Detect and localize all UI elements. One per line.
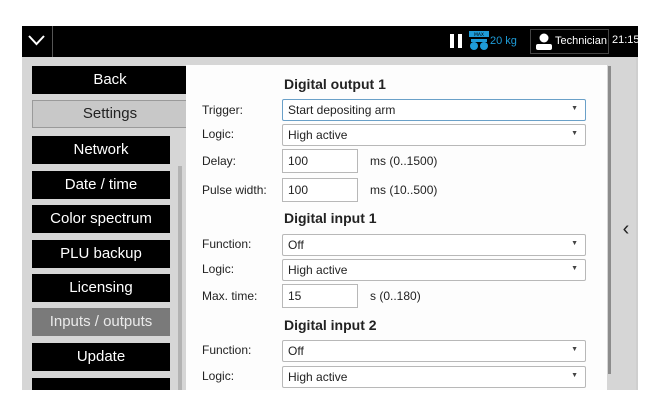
delay-range-hint: ms (0..1500) bbox=[370, 154, 438, 168]
form-scrollbar[interactable] bbox=[608, 66, 611, 374]
sidebar-item-date-time[interactable]: Date / time bbox=[32, 171, 170, 199]
chevron-down-icon: ▼ bbox=[571, 265, 578, 272]
max-time-label: Max. time: bbox=[202, 289, 258, 303]
max-time-input[interactable]: 15 bbox=[282, 284, 358, 308]
sidebar-item-plu-backup[interactable]: PLU backup bbox=[32, 240, 170, 268]
input2-function-label: Function: bbox=[202, 343, 252, 357]
menu-toggle-button[interactable] bbox=[22, 26, 53, 57]
delay-label: Delay: bbox=[202, 154, 237, 168]
input2-logic-select-value: High active bbox=[288, 370, 348, 384]
sidebar-item-next[interactable] bbox=[32, 378, 170, 390]
sidebar-item-update[interactable]: Update bbox=[32, 343, 170, 371]
user-indicator[interactable]: Technician bbox=[530, 29, 609, 54]
input1-logic-select[interactable]: High active ▼ bbox=[282, 259, 586, 281]
sidebar-item-licensing[interactable]: Licensing bbox=[32, 274, 170, 302]
settings-sidebar: Back Settings Network Date / time Color … bbox=[32, 66, 188, 390]
chevron-down-icon: ▼ bbox=[571, 346, 578, 353]
pulse-width-input[interactable]: 100 bbox=[282, 178, 358, 202]
sidebar-item-inputs-outputs[interactable]: Inputs / outputs bbox=[32, 308, 170, 336]
sidebar-scrollbar[interactable] bbox=[178, 166, 182, 390]
pause-button[interactable] bbox=[448, 32, 464, 50]
svg-text:MAX: MAX bbox=[474, 32, 484, 38]
input1-logic-label: Logic: bbox=[202, 262, 235, 276]
settings-header[interactable]: Settings bbox=[32, 100, 188, 128]
trigger-select[interactable]: Start depositing arm ▼ bbox=[282, 99, 586, 121]
back-button[interactable]: Back bbox=[32, 66, 188, 94]
chevron-down-icon: ▼ bbox=[571, 105, 578, 112]
input2-function-select-value: Off bbox=[288, 344, 304, 358]
scale-max-icon: MAX bbox=[469, 31, 489, 50]
top-bar: MAX 20 kg Technician 21:15 bbox=[22, 26, 638, 57]
pause-icon bbox=[450, 34, 454, 48]
chevron-down-icon bbox=[28, 35, 45, 46]
input1-function-label: Function: bbox=[202, 237, 252, 251]
trigger-select-value: Start depositing arm bbox=[288, 103, 396, 117]
delay-input[interactable]: 100 bbox=[282, 149, 358, 173]
max-time-input-value: 15 bbox=[288, 289, 302, 303]
inputs-outputs-form: Digital output 1 Trigger: Start depositi… bbox=[186, 65, 607, 390]
output-logic-select-value: High active bbox=[288, 128, 348, 142]
input1-logic-select-value: High active bbox=[288, 263, 348, 277]
app-frame: MAX 20 kg Technician 21:15 Back Settings… bbox=[22, 26, 638, 390]
section-title-digital-input-2: Digital input 2 bbox=[284, 317, 377, 333]
output-logic-label: Logic: bbox=[202, 127, 235, 141]
scale-max-weight: 20 kg bbox=[490, 35, 517, 47]
pulse-width-label: Pulse width: bbox=[202, 183, 267, 197]
scale-status: MAX 20 kg bbox=[468, 30, 527, 53]
delay-input-value: 100 bbox=[288, 154, 309, 168]
clock: 21:15 bbox=[612, 34, 638, 46]
section-title-digital-output-1: Digital output 1 bbox=[284, 76, 386, 92]
input2-logic-select[interactable]: High active ▼ bbox=[282, 366, 586, 388]
pulse-width-input-value: 100 bbox=[288, 183, 309, 197]
side-panel-edge bbox=[636, 57, 638, 390]
input2-function-select[interactable]: Off ▼ bbox=[282, 340, 586, 362]
section-title-digital-input-1: Digital input 1 bbox=[284, 210, 377, 226]
sidebar-item-network[interactable]: Network bbox=[32, 136, 170, 164]
user-icon bbox=[536, 33, 552, 50]
trigger-label: Trigger: bbox=[202, 103, 243, 117]
chevron-down-icon: ▼ bbox=[571, 372, 578, 379]
output-logic-select[interactable]: High active ▼ bbox=[282, 124, 586, 146]
chevron-down-icon: ▼ bbox=[571, 240, 578, 247]
user-role: Technician bbox=[555, 35, 607, 47]
pulse-width-range-hint: ms (10..500) bbox=[370, 183, 438, 197]
sidebar-item-color-spectrum[interactable]: Color spectrum bbox=[32, 205, 170, 233]
input1-function-select-value: Off bbox=[288, 238, 304, 252]
chevron-down-icon: ▼ bbox=[571, 130, 578, 137]
input2-logic-label: Logic: bbox=[202, 369, 235, 383]
collapse-panel-button[interactable]: ‹ bbox=[616, 216, 636, 242]
input1-function-select[interactable]: Off ▼ bbox=[282, 234, 586, 256]
max-time-range-hint: s (0..180) bbox=[370, 289, 421, 303]
